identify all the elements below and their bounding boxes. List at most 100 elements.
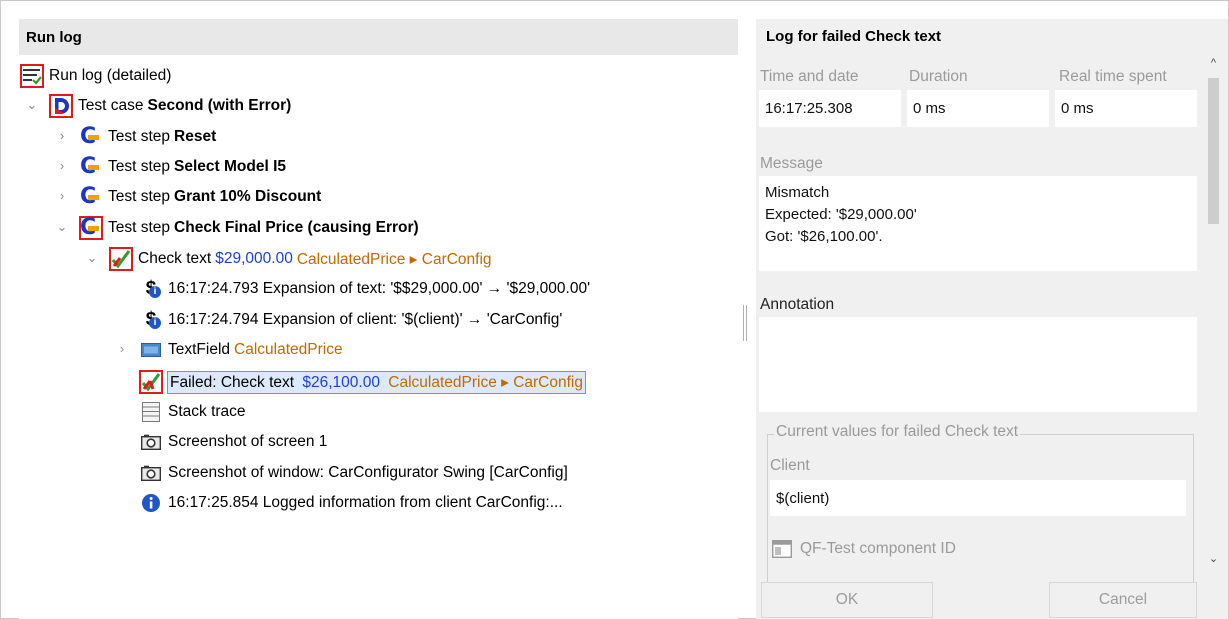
camera-icon	[140, 431, 162, 453]
chevron-down-icon[interactable]: ⌄	[25, 98, 39, 112]
time-and-date-field[interactable]: 16:17:25.308	[759, 90, 901, 127]
chevron-down-icon[interactable]: ⌄	[85, 251, 99, 265]
message-line: Mismatch	[765, 184, 830, 201]
detail-title: Log for failed Check text	[766, 28, 942, 45]
camera-icon	[140, 462, 162, 484]
client-value: $(client)	[776, 489, 830, 507]
annotation-field[interactable]	[759, 317, 1197, 412]
check-value: $29,000.00	[215, 250, 293, 267]
real-time-spent-value: 0 ms	[1061, 100, 1094, 117]
message-line: Expected: '$29,000.00'	[765, 206, 917, 223]
step-name: Reset	[174, 128, 217, 145]
tree-node-failed-check[interactable]: Failed: Check text $26,100.00 Calculated…	[139, 367, 586, 397]
step-name: Check Final Price (causing Error)	[174, 219, 419, 236]
component-id-label: QF-Test component ID	[800, 540, 956, 557]
variable-info-icon: $i	[140, 309, 162, 331]
stack-trace-icon	[140, 401, 162, 423]
step-name: Grant 10% Discount	[174, 188, 322, 205]
message-field[interactable]: Mismatch Expected: '$29,000.00' Got: '$2…	[759, 176, 1197, 271]
check-target: CalculatedPrice ▸ CarConfig	[296, 250, 492, 268]
tree-node-test-case[interactable]: Test case Second (with Error)	[49, 91, 292, 121]
ok-button[interactable]: OK	[761, 582, 933, 618]
tree-node-label: Run log (detailed)	[49, 67, 172, 84]
chevron-right-icon[interactable]: ›	[55, 129, 69, 143]
tree-node-label: Stack trace	[168, 403, 246, 420]
tree-node-stack-trace[interactable]: Stack trace	[140, 397, 246, 427]
tree-node-step-select-model[interactable]: C Test step Select Model I5	[80, 152, 286, 182]
real-time-spent-label: Real time spent	[1059, 68, 1167, 85]
pane-splitter-handle[interactable]	[743, 305, 749, 341]
tree-node-run-log-root[interactable]: Run log (detailed)	[20, 61, 172, 91]
step-prefix: Test step	[108, 219, 171, 236]
tree-node-screenshot-screen[interactable]: Screenshot of screen 1	[140, 427, 327, 457]
component-window-icon	[772, 540, 792, 558]
ok-button-label: OK	[835, 591, 859, 608]
chevron-right-icon[interactable]: ›	[115, 342, 129, 356]
tree-node-logged-info[interactable]: 16:17:25.854 Logged information from cli…	[140, 488, 563, 518]
step-name: Select Model I5	[174, 158, 287, 175]
tree-node-textfield[interactable]: TextField CalculatedPrice	[140, 335, 343, 365]
tree-node-check-text[interactable]: Check text $29,000.00 CalculatedPrice ▸ …	[109, 244, 492, 274]
log-detail-pane: Log for failed Check text Time and date …	[756, 19, 1228, 619]
message-line: Got: '$26,100.00'.	[765, 228, 883, 245]
test-step-icon: C	[80, 126, 102, 148]
step-prefix: Test step	[108, 128, 171, 145]
tree-node-label: Screenshot of screen 1	[168, 433, 328, 450]
detail-vertical-scrollbar[interactable]: ^ ⌄	[1205, 55, 1222, 567]
duration-label: Duration	[909, 68, 968, 85]
tree-node-step-discount[interactable]: C Test step Grant 10% Discount	[80, 182, 321, 212]
scrollbar-thumb[interactable]	[1208, 78, 1219, 224]
real-time-spent-field[interactable]: 0 ms	[1055, 90, 1197, 127]
message-label: Message	[760, 155, 823, 172]
failed-target: CalculatedPrice ▸ CarConfig	[388, 373, 583, 391]
chevron-down-icon[interactable]: ⌄	[55, 220, 69, 234]
tree-node-label: 16:17:24.793 Expansion of text: '$$29,00…	[168, 280, 591, 297]
selected-node-label[interactable]: Failed: Check text $26,100.00 Calculated…	[167, 370, 586, 394]
tree-node-expansion-text[interactable]: $i 16:17:24.793 Expansion of text: '$$29…	[140, 274, 590, 304]
info-icon	[140, 492, 162, 514]
textfield-target: CalculatedPrice	[234, 341, 343, 358]
test-case-name: Second (with Error)	[147, 97, 292, 114]
chevron-right-icon[interactable]: ›	[55, 189, 69, 203]
annotation-label: Annotation	[760, 296, 835, 313]
time-and-date-value: 16:17:25.308	[765, 100, 853, 117]
cancel-button-label: Cancel	[1098, 591, 1148, 608]
failed-value: $26,100.00	[302, 373, 380, 391]
failed-check-icon	[139, 370, 163, 394]
scroll-down-icon[interactable]: ⌄	[1205, 551, 1222, 567]
test-step-icon: C	[80, 186, 102, 208]
check-label: Check text	[138, 250, 212, 267]
run-log-header-label: Run log	[26, 28, 82, 46]
tree-node-step-check-final-price[interactable]: C Test step Check Final Price (causing E…	[79, 213, 419, 243]
textfield-icon	[140, 339, 162, 361]
run-log-tree-pane: Run log Run log (detailed) ⌄ Test case S…	[19, 19, 738, 619]
component-id-row: QF-Test component ID	[772, 540, 956, 558]
step-prefix: Test step	[108, 158, 171, 175]
tree-node-step-reset[interactable]: C Test step Reset	[80, 122, 216, 152]
variable-info-icon: $i	[140, 278, 162, 300]
textfield-label: TextField	[168, 341, 231, 358]
client-label: Client	[770, 457, 810, 474]
test-case-prefix: Test case	[78, 97, 144, 114]
run-log-icon	[20, 64, 44, 88]
check-text-error-icon	[109, 247, 133, 271]
tree-node-expansion-client[interactable]: $i 16:17:24.794 Expansion of client: '$(…	[140, 305, 563, 335]
tree-node-label: 16:17:25.854 Logged information from cli…	[168, 494, 563, 511]
test-step-error-icon: C	[79, 216, 103, 240]
current-values-group-title: Current values for failed Check text	[774, 423, 1021, 441]
tree-node-screenshot-window[interactable]: Screenshot of window: CarConfigurator Sw…	[140, 458, 568, 488]
client-field[interactable]: $(client)	[770, 480, 1186, 516]
tree-node-label: 16:17:24.794 Expansion of client: '$(cli…	[168, 311, 563, 328]
run-log-header: Run log	[19, 19, 738, 55]
chevron-right-icon[interactable]: ›	[55, 159, 69, 173]
scroll-up-icon[interactable]: ^	[1205, 55, 1222, 71]
cancel-button[interactable]: Cancel	[1049, 582, 1197, 618]
tree-node-label: Screenshot of window: CarConfigurator Sw…	[168, 464, 568, 481]
test-case-error-icon	[49, 94, 73, 118]
time-and-date-label: Time and date	[760, 68, 859, 85]
duration-value: 0 ms	[913, 100, 946, 117]
step-prefix: Test step	[108, 188, 171, 205]
duration-field[interactable]: 0 ms	[907, 90, 1049, 127]
failed-label: Failed: Check text	[170, 373, 295, 391]
test-step-icon: C	[80, 156, 102, 178]
